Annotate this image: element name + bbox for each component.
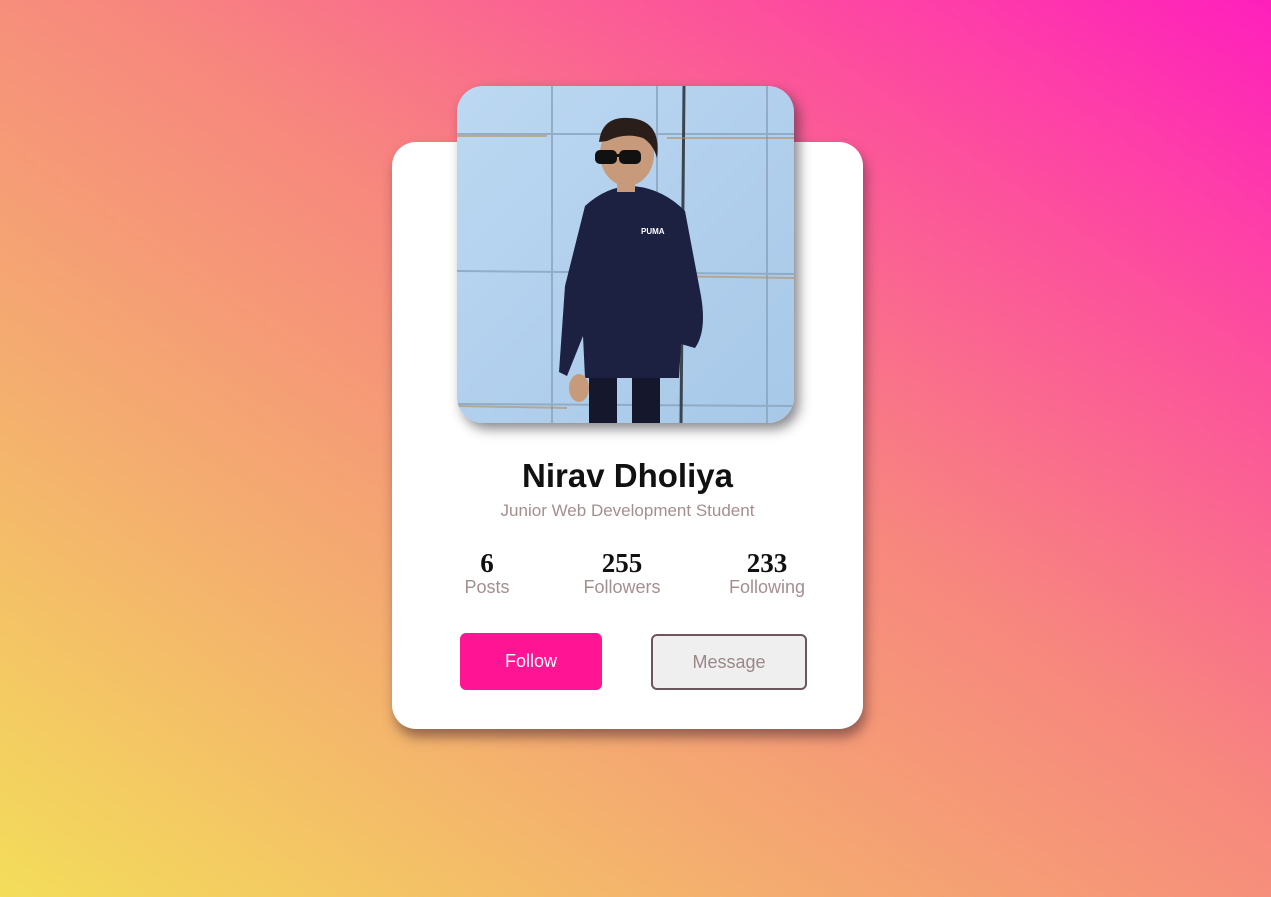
message-button[interactable]: Message <box>651 634 807 690</box>
stat-label: Followers <box>583 577 661 597</box>
profile-name: Nirav Dholiya <box>522 457 733 494</box>
profile-photo: PUMA <box>457 86 794 423</box>
stat-posts: 6 Posts <box>464 548 509 597</box>
stat-value: 6 <box>480 548 494 578</box>
profile-role: Junior Web Development Student <box>500 501 755 520</box>
stat-following: 233 Following <box>729 548 805 597</box>
stat-value: 233 <box>746 548 788 578</box>
stat-label: Posts <box>464 577 510 597</box>
stat-followers: 255 Followers <box>583 548 660 597</box>
stat-label: Following <box>728 577 806 597</box>
stat-value: 255 <box>601 548 643 578</box>
svg-text:PUMA: PUMA <box>641 227 665 236</box>
follow-button[interactable]: Follow <box>460 633 602 690</box>
